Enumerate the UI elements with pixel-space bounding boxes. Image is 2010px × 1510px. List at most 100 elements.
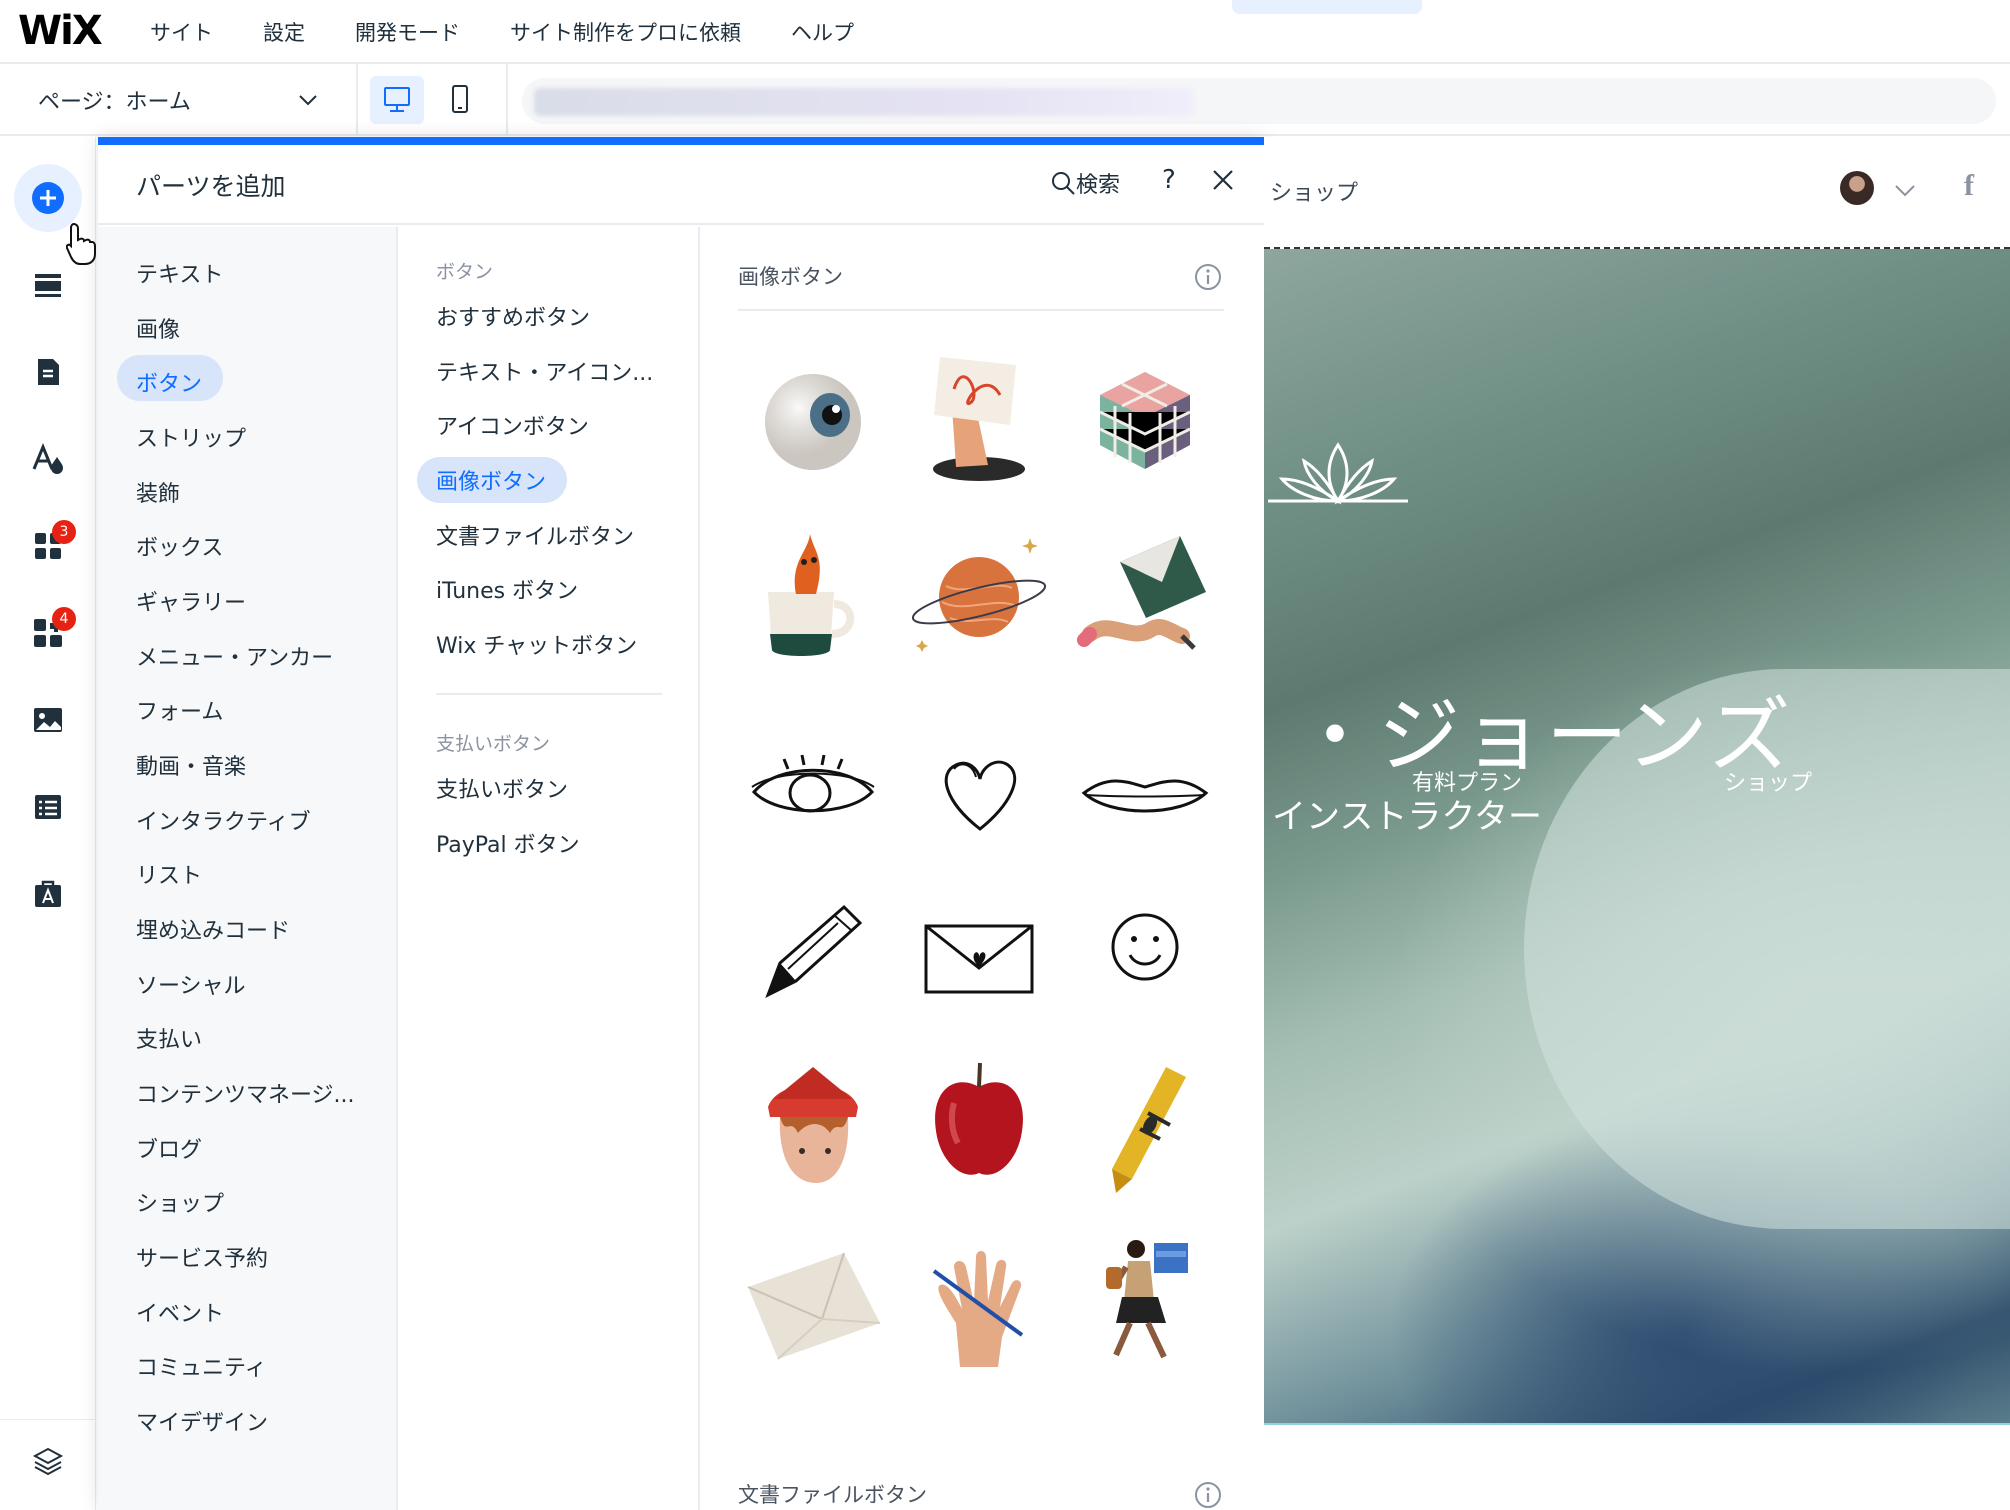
sub-itunes-button[interactable]: iTunes ボタン [436,573,578,605]
category-bookings[interactable]: サービス予約 [136,1241,268,1273]
category-social[interactable]: ソーシャル [136,968,246,1000]
menu-dev-mode[interactable]: 開発モード [355,17,460,47]
panel-accent-bar [98,137,1264,145]
top-menu-bar: WiX サイト 設定 開発モード サイト制作をプロに依頼 ヘルプ ⌃ [0,0,2010,64]
cms-button[interactable] [14,773,82,841]
hand-pen-image-button[interactable] [904,1227,1054,1377]
envelope-sketch-image-button[interactable] [904,882,1054,1032]
eyeball-image-button[interactable] [738,347,888,497]
apple-image-button[interactable] [904,1047,1054,1197]
menu-site[interactable]: サイト [150,17,213,47]
divider [356,64,358,136]
pages-icon [38,359,59,385]
site-nav-shop[interactable]: ショップ [1270,175,1358,207]
hero-nav-shop[interactable]: ショップ [1724,765,1812,797]
avatar[interactable] [1840,171,1874,205]
category-events[interactable]: イベント [136,1296,224,1328]
sub-image-buttons[interactable]: 画像ボタン [436,464,546,496]
sub-paypal-button[interactable]: PayPal ボタン [436,827,580,859]
mobile-view-button[interactable] [440,76,480,124]
category-embed-code[interactable]: 埋め込みコード [136,913,290,945]
category-strip[interactable]: ストリップ [136,421,246,453]
mobile-icon [452,85,468,113]
category-decorative[interactable]: 装飾 [136,476,180,508]
sub-recommended-buttons[interactable]: おすすめボタン [436,300,590,332]
menu-help[interactable]: ヘルプ [791,17,854,47]
info-icon[interactable] [1194,263,1222,291]
menu-settings[interactable]: 設定 [263,17,305,47]
chevron-down-icon[interactable] [296,88,320,112]
menu-hire-pro[interactable]: サイト制作をプロに依頼 [510,17,741,47]
pages-button[interactable] [14,338,82,406]
design-button[interactable] [14,425,82,493]
category-video-music[interactable]: 動画・音楽 [136,749,246,781]
sub-icon-buttons[interactable]: アイコンボタン [436,409,589,441]
media-icon [34,708,62,732]
crayon-image-button[interactable] [1070,1047,1220,1197]
layers-button[interactable] [14,1427,82,1495]
facebook-icon[interactable]: f [1964,169,1974,203]
site-canvas: ショップ f ・ジョーンズ 有料プラン ショップ インストラクター [1264,137,2010,1510]
white-envelope-image-button[interactable] [738,1227,888,1377]
category-box[interactable]: ボックス [136,530,223,562]
category-gallery[interactable]: ギャラリー [136,585,246,617]
help-button[interactable]: ? [1162,165,1176,195]
smiley-sketch-image-button[interactable] [1070,877,1220,1027]
category-blog[interactable]: ブログ [136,1132,202,1164]
heart-sketch-image-button[interactable] [904,717,1054,867]
wix-logo[interactable]: WiX [18,8,103,54]
rubiks-cube-image-button[interactable] [1070,347,1220,497]
top-menu: サイト 設定 開発モード サイト制作をプロに依頼 ヘルプ [150,0,904,64]
eye-sketch-image-button[interactable] [738,717,888,867]
category-form[interactable]: フォーム [136,694,223,726]
hand-card-image-button[interactable] [904,337,1054,487]
category-text[interactable]: テキスト [136,257,223,289]
category-list[interactable]: リスト [136,858,202,890]
sub-text-icon-buttons[interactable]: テキスト・アイコン... [436,355,653,387]
search-button[interactable]: 検索 [1050,167,1120,199]
category-my-designs[interactable]: マイデザイン [136,1405,268,1437]
chevron-down-icon[interactable] [1892,177,1918,203]
sub-document-buttons[interactable]: 文書ファイルボタン [436,519,634,551]
category-community[interactable]: コミュニティ [136,1350,267,1382]
page-selector[interactable]: ページ：ホーム [38,84,191,116]
close-icon[interactable] [1210,167,1236,193]
section-boundary [1264,1423,2010,1425]
sections-icon [35,274,61,297]
desktop-view-button[interactable] [370,76,424,124]
book-head-image-button[interactable] [738,1047,888,1197]
subcategory-list: ボタン おすすめボタン テキスト・アイコン... アイコンボタン 画像ボタン 文… [398,227,700,1510]
category-shop[interactable]: ショップ [136,1186,224,1218]
divider [0,1419,96,1420]
category-payments[interactable]: 支払い [136,1022,202,1054]
section-title-document-buttons: 文書ファイルボタン [738,1483,927,1507]
envelope-pencil-image-button[interactable] [1070,522,1220,672]
desktop-icon [384,87,410,112]
sub-payment-button[interactable]: 支払いボタン [436,772,568,804]
pencil-sketch-image-button[interactable] [738,877,888,1027]
info-icon[interactable] [1194,1481,1222,1509]
lotus-logo-icon[interactable] [1268,439,1408,519]
left-tool-rail: 3 4 [0,137,96,1510]
business-button[interactable]: 4 [14,599,82,667]
mug-image-button[interactable] [738,522,888,672]
apps-button[interactable]: 3 [14,512,82,580]
hero-subtitle[interactable]: インストラクター [1272,789,1542,838]
lips-sketch-image-button[interactable] [1070,717,1220,867]
category-image[interactable]: 画像 [136,312,180,344]
media-button[interactable] [14,686,82,754]
panel-title: パーツを追加 [136,172,286,201]
category-button[interactable]: ボタン [136,366,202,398]
sub-wix-chat-button[interactable]: Wix チャットボタン [436,628,637,660]
category-menu-anchor[interactable]: メニュー・アンカー [136,640,333,672]
hero-title[interactable]: ・ジョーンズ [1294,669,1792,788]
category-cms[interactable]: コンテンツマネージ... [136,1077,355,1109]
hero-section[interactable]: ・ジョーンズ 有料プラン ショップ インストラクター [1264,249,2010,1425]
planet-image-button[interactable] [904,522,1054,672]
url-bar[interactable] [522,78,1996,124]
portfolio-button[interactable] [14,860,82,928]
divider [436,693,662,695]
category-list: テキスト 画像 ボタン ストリップ 装飾 ボックス ギャラリー メニュー・アンカ… [98,227,398,1510]
walking-student-image-button[interactable] [1070,1227,1220,1377]
category-interactive[interactable]: インタラクティブ [136,804,311,836]
